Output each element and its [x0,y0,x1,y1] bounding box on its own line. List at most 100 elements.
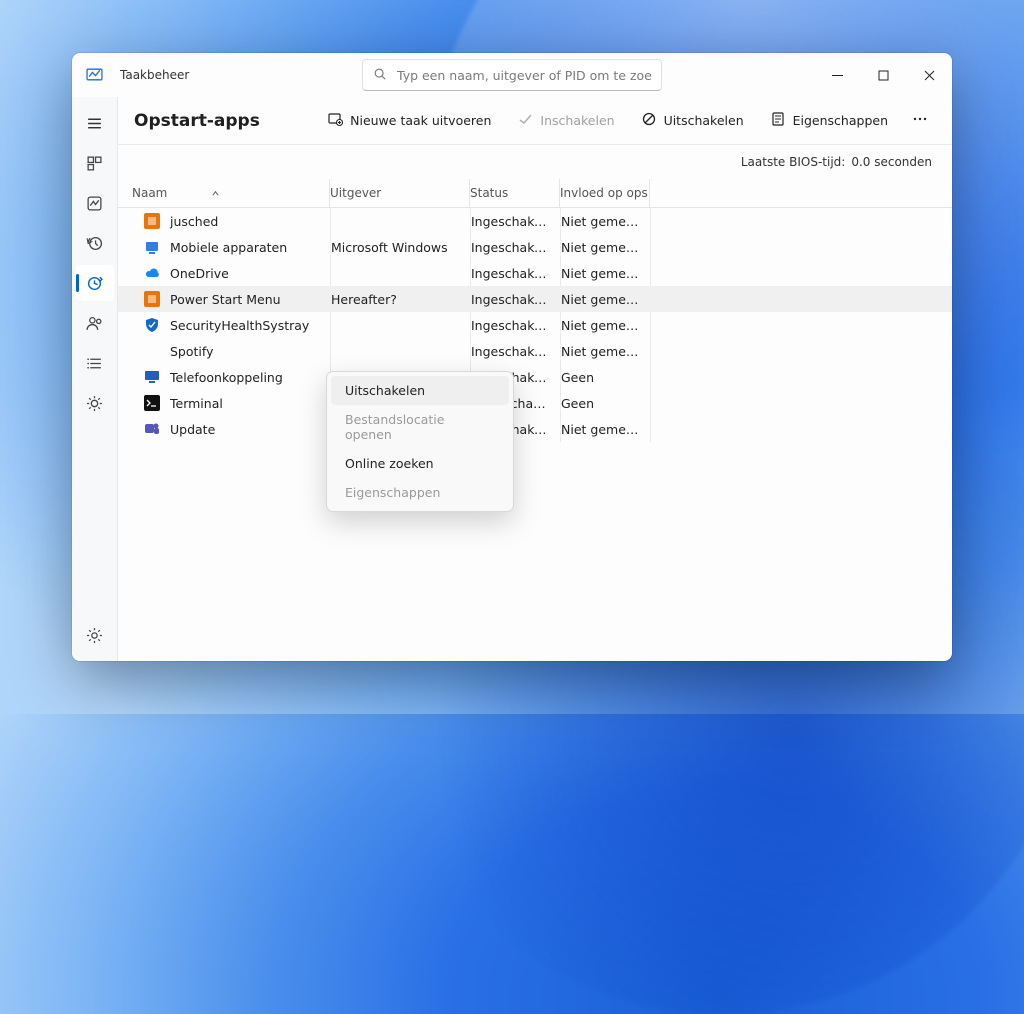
nav-history[interactable] [76,225,114,261]
cell-name: OneDrive [132,265,330,281]
nav-settings[interactable] [76,617,114,653]
search-box[interactable] [362,59,662,91]
check-icon [517,111,533,130]
run-task-button[interactable]: Nieuwe taak uitvoeren [317,105,501,136]
cell-name: jusched [132,213,330,229]
cell-status: Ingeschakeld [470,214,560,229]
app-name: Telefoonkoppeling [170,370,283,385]
toolbar: Opstart-apps Nieuwe taak uitvoeren Insch… [118,97,952,145]
app-name: OneDrive [170,266,229,281]
context-menu: Uitschakelen Bestandslocatie openen Onli… [326,371,514,512]
app-name: Mobiele apparaten [170,240,287,255]
minimize-button[interactable] [814,53,860,97]
cell-publisher: Microsoft Windows [330,240,470,255]
table-row[interactable]: TerminalMicrosoft CorporationUitgeschake… [118,390,952,416]
close-button[interactable] [906,53,952,97]
more-button[interactable] [904,105,936,136]
disable-label: Uitschakelen [664,113,744,128]
shield-icon [144,317,160,333]
disable-button[interactable]: Uitschakelen [631,105,754,136]
app-name: Power Start Menu [170,292,281,307]
ctx-disable[interactable]: Uitschakelen [331,376,509,405]
cell-name: Terminal [132,395,330,411]
page-title: Opstart-apps [134,111,260,131]
app-name: Terminal [170,396,223,411]
cell-name: Spotify [132,343,330,359]
col-publisher[interactable]: Uitgever [330,179,470,207]
table-row[interactable]: OneDrive IngeschakeldNiet gemeten [118,260,952,286]
app-name: SecurityHealthSystray [170,318,309,333]
app-icon [86,66,104,84]
app-name: Update [170,422,215,437]
hamburger-button[interactable] [76,105,114,141]
enable-button: Inschakelen [507,105,624,136]
sort-asc-icon [211,189,220,198]
nav-performance[interactable] [76,185,114,221]
ctx-search-online[interactable]: Online zoeken [331,449,509,478]
table-row[interactable]: UpdateIngeschakeldNiet gemeten [118,416,952,442]
cell-impact: Niet gemeten [560,214,650,229]
properties-button[interactable]: Eigenschappen [760,105,898,136]
cell-name: Telefoonkoppeling [132,369,330,385]
cell-impact: Niet gemeten [560,292,650,307]
none-icon [144,343,160,359]
cell-impact: Niet gemeten [560,344,650,359]
table-row[interactable]: SecurityHealthSystrayIngeschakeldNiet ge… [118,312,952,338]
cell-name: Update [132,421,330,437]
app-name: Spotify [170,344,213,359]
nav-users[interactable] [76,305,114,341]
nav-services[interactable] [76,385,114,421]
nav-details[interactable] [76,345,114,381]
task-manager-window: Taakbeheer [72,53,952,661]
cell-impact: Geen [560,370,650,385]
titlebar: Taakbeheer [72,53,952,97]
nav-startup[interactable] [76,265,114,301]
search-input[interactable] [397,68,651,83]
enable-label: Inschakelen [540,113,614,128]
window-controls [814,53,952,97]
cell-publisher: Hereafter? [330,292,470,307]
cell-name: Power Start Menu [132,291,330,307]
table-row[interactable]: TelefoonkoppelingIngeschakeldGeen [118,364,952,390]
table-row[interactable]: Power Start MenuHereafter?IngeschakeldNi… [118,286,952,312]
properties-label: Eigenschappen [793,113,888,128]
col-name[interactable]: Naam [132,179,330,207]
main: Opstart-apps Nieuwe taak uitvoeren Insch… [118,97,952,661]
ctx-open-location: Bestandslocatie openen [331,405,509,449]
bios-label: Laatste BIOS-tijd: [741,155,845,169]
cell-status: Ingeschakeld [470,318,560,333]
teams-icon [144,421,160,437]
cell-name: SecurityHealthSystray [132,317,330,333]
orange-icon [144,213,160,229]
cell-impact: Niet gemeten [560,422,650,437]
cell-impact: Niet gemeten [560,266,650,281]
run-task-icon [327,111,343,130]
table-row[interactable]: jusched IngeschakeldNiet gemeten [118,208,952,234]
run-task-label: Nieuwe taak uitvoeren [350,113,491,128]
prohibit-icon [641,111,657,130]
blue-icon [144,239,160,255]
bios-info: Laatste BIOS-tijd: 0.0 seconden [118,145,952,179]
sidebar [72,97,118,661]
more-icon [912,111,928,130]
terminal-icon [144,395,160,411]
app-name: jusched [170,214,218,229]
table-row[interactable]: Spotify IngeschakeldNiet gemeten [118,338,952,364]
cell-status: Ingeschakeld [470,240,560,255]
orange-icon [144,291,160,307]
cell-impact: Geen [560,396,650,411]
search-icon [373,66,387,85]
nav-processes[interactable] [76,145,114,181]
col-extra [650,179,952,207]
cell-name: Mobiele apparaten [132,239,330,255]
table-body: juschedIngeschakeldNiet gemetenMobiele a… [118,208,952,442]
cell-impact: Niet gemeten [560,240,650,255]
cloud-icon [144,265,160,281]
cell-status: Ingeschakeld [470,344,560,359]
search-wrap [362,59,662,91]
table-row[interactable]: Mobiele apparaten Microsoft WindowsIngesc… [118,234,952,260]
cell-status: Ingeschakeld [470,266,560,281]
col-status[interactable]: Status [470,179,560,207]
col-impact[interactable]: Invloed op ops... [560,179,650,207]
maximize-button[interactable] [860,53,906,97]
